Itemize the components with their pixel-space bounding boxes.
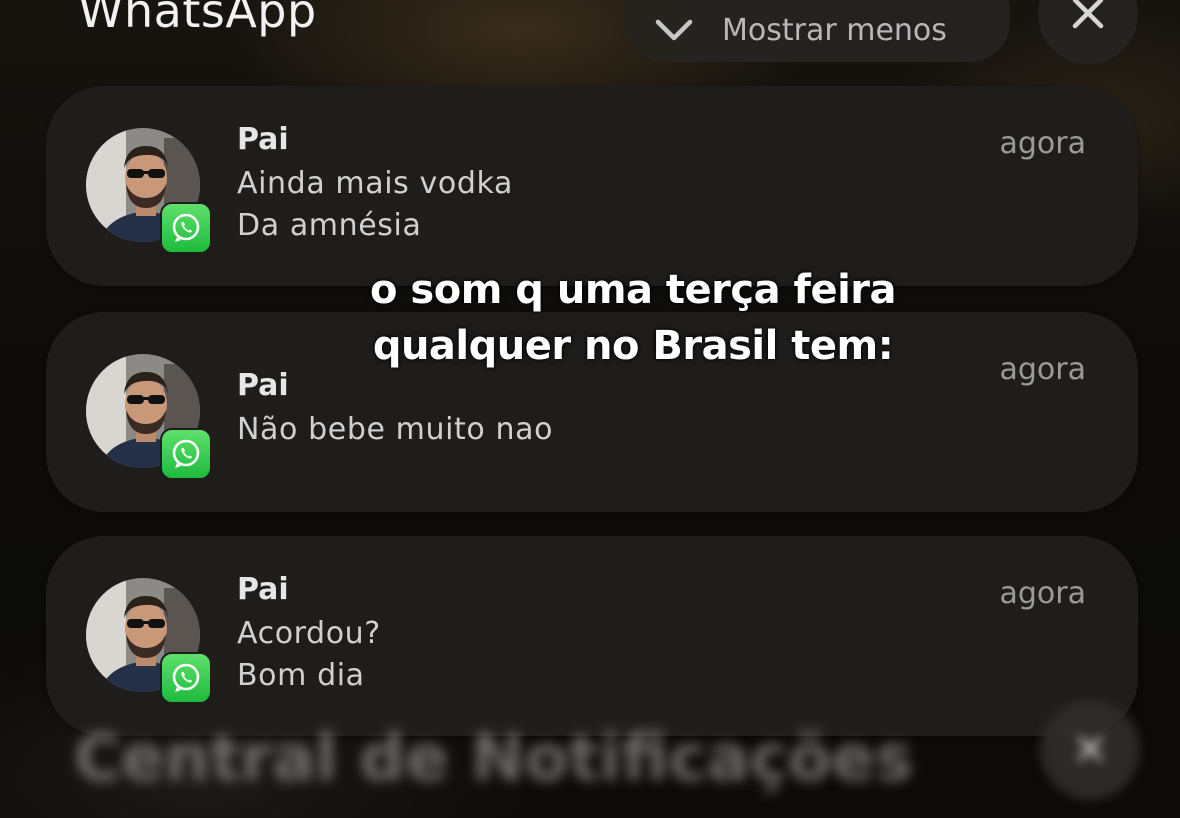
contact-avatar bbox=[86, 128, 212, 254]
dismiss-group-button[interactable] bbox=[1038, 0, 1138, 64]
chevron-down-icon bbox=[654, 16, 694, 44]
notification-time: agora bbox=[999, 576, 1087, 611]
show-less-button[interactable]: Mostrar menos bbox=[624, 0, 1010, 62]
message-line: Acordou? bbox=[237, 616, 381, 651]
whatsapp-icon bbox=[160, 652, 212, 704]
caption-line: qualquer no Brasil tem: bbox=[372, 323, 894, 369]
contact-avatar bbox=[86, 578, 212, 704]
message-line: Não bebe muito nao bbox=[237, 412, 554, 447]
notification-screen: WhatsApp Mostrar menos Pai agora Ainda m… bbox=[0, 0, 1180, 818]
close-icon bbox=[1071, 0, 1105, 34]
notification-center-title: Central de Notificações bbox=[74, 722, 914, 796]
notification-sender: Pai bbox=[237, 572, 289, 607]
message-line: Bom dia bbox=[237, 658, 365, 693]
app-group-title: WhatsApp bbox=[78, 0, 317, 38]
notification-time: agora bbox=[999, 126, 1087, 161]
notification-sender: Pai bbox=[237, 122, 289, 157]
message-line: Ainda mais vodka bbox=[237, 166, 513, 201]
whatsapp-icon bbox=[160, 428, 212, 480]
notification-card[interactable]: Pai agora Ainda mais vodka Da amnésia bbox=[46, 86, 1138, 286]
notification-center-close-button[interactable]: ✕ bbox=[1040, 700, 1140, 800]
close-icon: ✕ bbox=[1071, 724, 1109, 776]
notification-card[interactable]: Pai agora Acordou? Bom dia bbox=[46, 536, 1138, 736]
whatsapp-icon bbox=[160, 202, 212, 254]
video-caption: o som q uma terça feira qualquer no Bras… bbox=[0, 262, 1180, 374]
show-less-label: Mostrar menos bbox=[722, 12, 947, 48]
message-line: Da amnésia bbox=[237, 208, 422, 243]
caption-line: o som q uma terça feira bbox=[370, 267, 897, 313]
